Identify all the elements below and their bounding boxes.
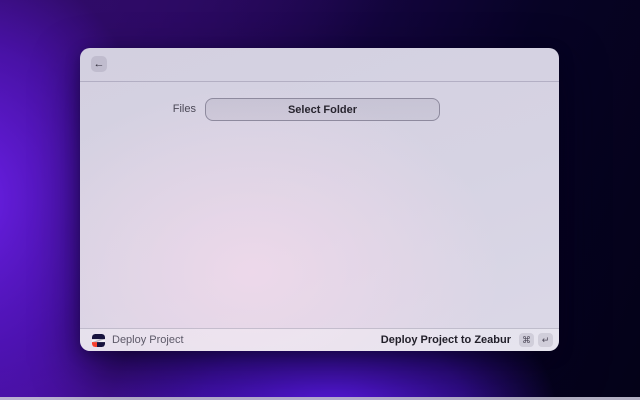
select-folder-button[interactable]: Select Folder — [205, 98, 440, 121]
deploy-project-window: ← Files Select Folder Deploy — [80, 48, 559, 351]
desktop-background: ← Files Select Folder Deploy — [0, 0, 640, 400]
window-header: ← — [80, 48, 559, 82]
status-bar-right[interactable]: Deploy Project to Zeabur ⌘ ↵ — [381, 333, 553, 347]
primary-action-label[interactable]: Deploy Project to Zeabur — [381, 334, 511, 346]
command-key-icon: ⌘ — [519, 333, 534, 347]
back-arrow-icon: ← — [94, 59, 105, 70]
status-bar: Deploy Project Deploy Project to Zeabur … — [80, 328, 559, 351]
back-button[interactable]: ← — [91, 56, 107, 72]
return-key-icon: ↵ — [538, 333, 553, 347]
status-bar-left: Deploy Project — [92, 334, 184, 347]
app-name-label: Deploy Project — [112, 334, 184, 346]
files-form-row: Files Select Folder — [80, 98, 559, 121]
zeabur-logo-icon — [92, 334, 105, 347]
files-label: Files — [173, 103, 196, 115]
